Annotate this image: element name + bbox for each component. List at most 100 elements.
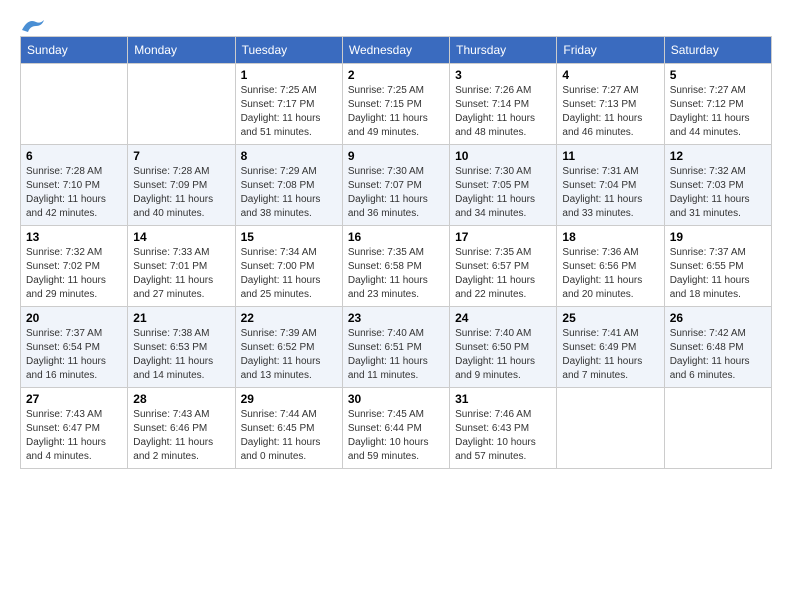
day-of-week-header: Tuesday	[235, 37, 342, 64]
calendar-cell: 3 Sunrise: 7:26 AM Sunset: 7:14 PM Daylig…	[450, 64, 557, 145]
calendar-cell	[128, 64, 235, 145]
day-of-week-header: Sunday	[21, 37, 128, 64]
day-info: Sunrise: 7:38 AM Sunset: 6:53 PM Dayligh…	[133, 327, 229, 383]
day-number: 21	[133, 311, 229, 325]
day-info: Sunrise: 7:46 AM Sunset: 6:43 PM Dayligh…	[455, 408, 551, 464]
calendar-cell: 8 Sunrise: 7:29 AM Sunset: 7:08 PM Daylig…	[235, 145, 342, 226]
calendar-cell: 26Sunrise: 7:42 AM Sunset: 6:48 PM Dayli…	[664, 307, 771, 388]
day-info: Sunrise: 7:33 AM Sunset: 7:01 PM Dayligh…	[133, 246, 229, 302]
calendar-cell: 30 Sunrise: 7:45 AM Sunset: 6:44 PM Dayli…	[342, 388, 449, 469]
day-of-week-header: Wednesday	[342, 37, 449, 64]
day-number: 8	[241, 149, 337, 163]
calendar-cell: 27 Sunrise: 7:43 AM Sunset: 6:47 PM Dayli…	[21, 388, 128, 469]
calendar-cell: 18Sunrise: 7:36 AM Sunset: 6:56 PM Dayli…	[557, 226, 664, 307]
day-number: 23	[348, 311, 444, 325]
day-info: Sunrise: 7:27 AM Sunset: 7:12 PM Dayligh…	[670, 84, 766, 140]
day-of-week-header: Thursday	[450, 37, 557, 64]
day-number: 16	[348, 230, 444, 244]
calendar-cell: 6Sunrise: 7:28 AM Sunset: 7:10 PM Daylig…	[21, 145, 128, 226]
day-of-week-header: Saturday	[664, 37, 771, 64]
day-info: Sunrise: 7:32 AM Sunset: 7:03 PM Dayligh…	[670, 165, 766, 221]
day-number: 19	[670, 230, 766, 244]
day-info: Sunrise: 7:32 AM Sunset: 7:02 PM Dayligh…	[26, 246, 122, 302]
calendar-week-row: 20 Sunrise: 7:37 AM Sunset: 6:54 PM Dayli…	[21, 307, 772, 388]
calendar-cell: 15 Sunrise: 7:34 AM Sunset: 7:00 PM Dayli…	[235, 226, 342, 307]
day-info: Sunrise: 7:43 AM Sunset: 6:46 PM Dayligh…	[133, 408, 229, 464]
calendar-cell	[664, 388, 771, 469]
calendar-cell: 5 Sunrise: 7:27 AM Sunset: 7:12 PM Daylig…	[664, 64, 771, 145]
calendar-cell: 22 Sunrise: 7:39 AM Sunset: 6:52 PM Dayli…	[235, 307, 342, 388]
day-info: Sunrise: 7:43 AM Sunset: 6:47 PM Dayligh…	[26, 408, 122, 464]
day-number: 30	[348, 392, 444, 406]
day-number: 17	[455, 230, 551, 244]
day-info: Sunrise: 7:35 AM Sunset: 6:58 PM Dayligh…	[348, 246, 444, 302]
day-info: Sunrise: 7:31 AM Sunset: 7:04 PM Dayligh…	[562, 165, 658, 221]
calendar-week-row: 27 Sunrise: 7:43 AM Sunset: 6:47 PM Dayli…	[21, 388, 772, 469]
day-info: Sunrise: 7:27 AM Sunset: 7:13 PM Dayligh…	[562, 84, 658, 140]
calendar-cell: 17Sunrise: 7:35 AM Sunset: 6:57 PM Dayli…	[450, 226, 557, 307]
day-info: Sunrise: 7:39 AM Sunset: 6:52 PM Dayligh…	[241, 327, 337, 383]
calendar-cell: 29 Sunrise: 7:44 AM Sunset: 6:45 PM Dayli…	[235, 388, 342, 469]
day-info: Sunrise: 7:37 AM Sunset: 6:54 PM Dayligh…	[26, 327, 122, 383]
day-number: 15	[241, 230, 337, 244]
calendar-table: SundayMondayTuesdayWednesdayThursdayFrid…	[20, 36, 772, 469]
day-number: 11	[562, 149, 658, 163]
day-number: 25	[562, 311, 658, 325]
calendar-week-row: 13 Sunrise: 7:32 AM Sunset: 7:02 PM Dayli…	[21, 226, 772, 307]
day-info: Sunrise: 7:28 AM Sunset: 7:09 PM Dayligh…	[133, 165, 229, 221]
day-info: Sunrise: 7:26 AM Sunset: 7:14 PM Dayligh…	[455, 84, 551, 140]
calendar-cell: 16 Sunrise: 7:35 AM Sunset: 6:58 PM Dayli…	[342, 226, 449, 307]
calendar-cell: 25 Sunrise: 7:41 AM Sunset: 6:49 PM Dayli…	[557, 307, 664, 388]
day-info: Sunrise: 7:36 AM Sunset: 6:56 PM Dayligh…	[562, 246, 658, 302]
day-info: Sunrise: 7:41 AM Sunset: 6:49 PM Dayligh…	[562, 327, 658, 383]
calendar-cell: 19 Sunrise: 7:37 AM Sunset: 6:55 PM Dayli…	[664, 226, 771, 307]
calendar-cell: 12 Sunrise: 7:32 AM Sunset: 7:03 PM Dayli…	[664, 145, 771, 226]
calendar-cell: 14 Sunrise: 7:33 AM Sunset: 7:01 PM Dayli…	[128, 226, 235, 307]
day-number: 22	[241, 311, 337, 325]
day-number: 14	[133, 230, 229, 244]
day-number: 13	[26, 230, 122, 244]
calendar-cell: 20 Sunrise: 7:37 AM Sunset: 6:54 PM Dayli…	[21, 307, 128, 388]
day-of-week-header: Friday	[557, 37, 664, 64]
day-info: Sunrise: 7:25 AM Sunset: 7:15 PM Dayligh…	[348, 84, 444, 140]
calendar-cell: 24Sunrise: 7:40 AM Sunset: 6:50 PM Dayli…	[450, 307, 557, 388]
calendar-cell: 10Sunrise: 7:30 AM Sunset: 7:05 PM Dayli…	[450, 145, 557, 226]
day-info: Sunrise: 7:25 AM Sunset: 7:17 PM Dayligh…	[241, 84, 337, 140]
day-number: 1	[241, 68, 337, 82]
day-number: 5	[670, 68, 766, 82]
calendar-cell: 11 Sunrise: 7:31 AM Sunset: 7:04 PM Dayli…	[557, 145, 664, 226]
day-number: 3	[455, 68, 551, 82]
calendar-cell: 13 Sunrise: 7:32 AM Sunset: 7:02 PM Dayli…	[21, 226, 128, 307]
calendar-cell: 21 Sunrise: 7:38 AM Sunset: 6:53 PM Dayli…	[128, 307, 235, 388]
calendar-cell: 23 Sunrise: 7:40 AM Sunset: 6:51 PM Dayli…	[342, 307, 449, 388]
calendar-cell	[557, 388, 664, 469]
calendar-header-row: SundayMondayTuesdayWednesdayThursdayFrid…	[21, 37, 772, 64]
day-info: Sunrise: 7:37 AM Sunset: 6:55 PM Dayligh…	[670, 246, 766, 302]
day-number: 27	[26, 392, 122, 406]
calendar-cell	[21, 64, 128, 145]
day-number: 12	[670, 149, 766, 163]
day-number: 29	[241, 392, 337, 406]
day-number: 6	[26, 149, 122, 163]
day-number: 9	[348, 149, 444, 163]
day-info: Sunrise: 7:42 AM Sunset: 6:48 PM Dayligh…	[670, 327, 766, 383]
day-info: Sunrise: 7:40 AM Sunset: 6:51 PM Dayligh…	[348, 327, 444, 383]
day-number: 7	[133, 149, 229, 163]
day-number: 10	[455, 149, 551, 163]
day-number: 20	[26, 311, 122, 325]
logo-bird-icon	[20, 16, 48, 34]
day-info: Sunrise: 7:40 AM Sunset: 6:50 PM Dayligh…	[455, 327, 551, 383]
calendar-cell: 31 Sunrise: 7:46 AM Sunset: 6:43 PM Dayli…	[450, 388, 557, 469]
calendar-cell: 7 Sunrise: 7:28 AM Sunset: 7:09 PM Daylig…	[128, 145, 235, 226]
calendar-cell: 4Sunrise: 7:27 AM Sunset: 7:13 PM Daylig…	[557, 64, 664, 145]
day-info: Sunrise: 7:34 AM Sunset: 7:00 PM Dayligh…	[241, 246, 337, 302]
day-of-week-header: Monday	[128, 37, 235, 64]
day-info: Sunrise: 7:44 AM Sunset: 6:45 PM Dayligh…	[241, 408, 337, 464]
calendar-cell: 2Sunrise: 7:25 AM Sunset: 7:15 PM Daylig…	[342, 64, 449, 145]
calendar-week-row: 1 Sunrise: 7:25 AM Sunset: 7:17 PM Daylig…	[21, 64, 772, 145]
day-info: Sunrise: 7:29 AM Sunset: 7:08 PM Dayligh…	[241, 165, 337, 221]
day-info: Sunrise: 7:30 AM Sunset: 7:07 PM Dayligh…	[348, 165, 444, 221]
day-info: Sunrise: 7:45 AM Sunset: 6:44 PM Dayligh…	[348, 408, 444, 464]
day-number: 31	[455, 392, 551, 406]
day-number: 28	[133, 392, 229, 406]
